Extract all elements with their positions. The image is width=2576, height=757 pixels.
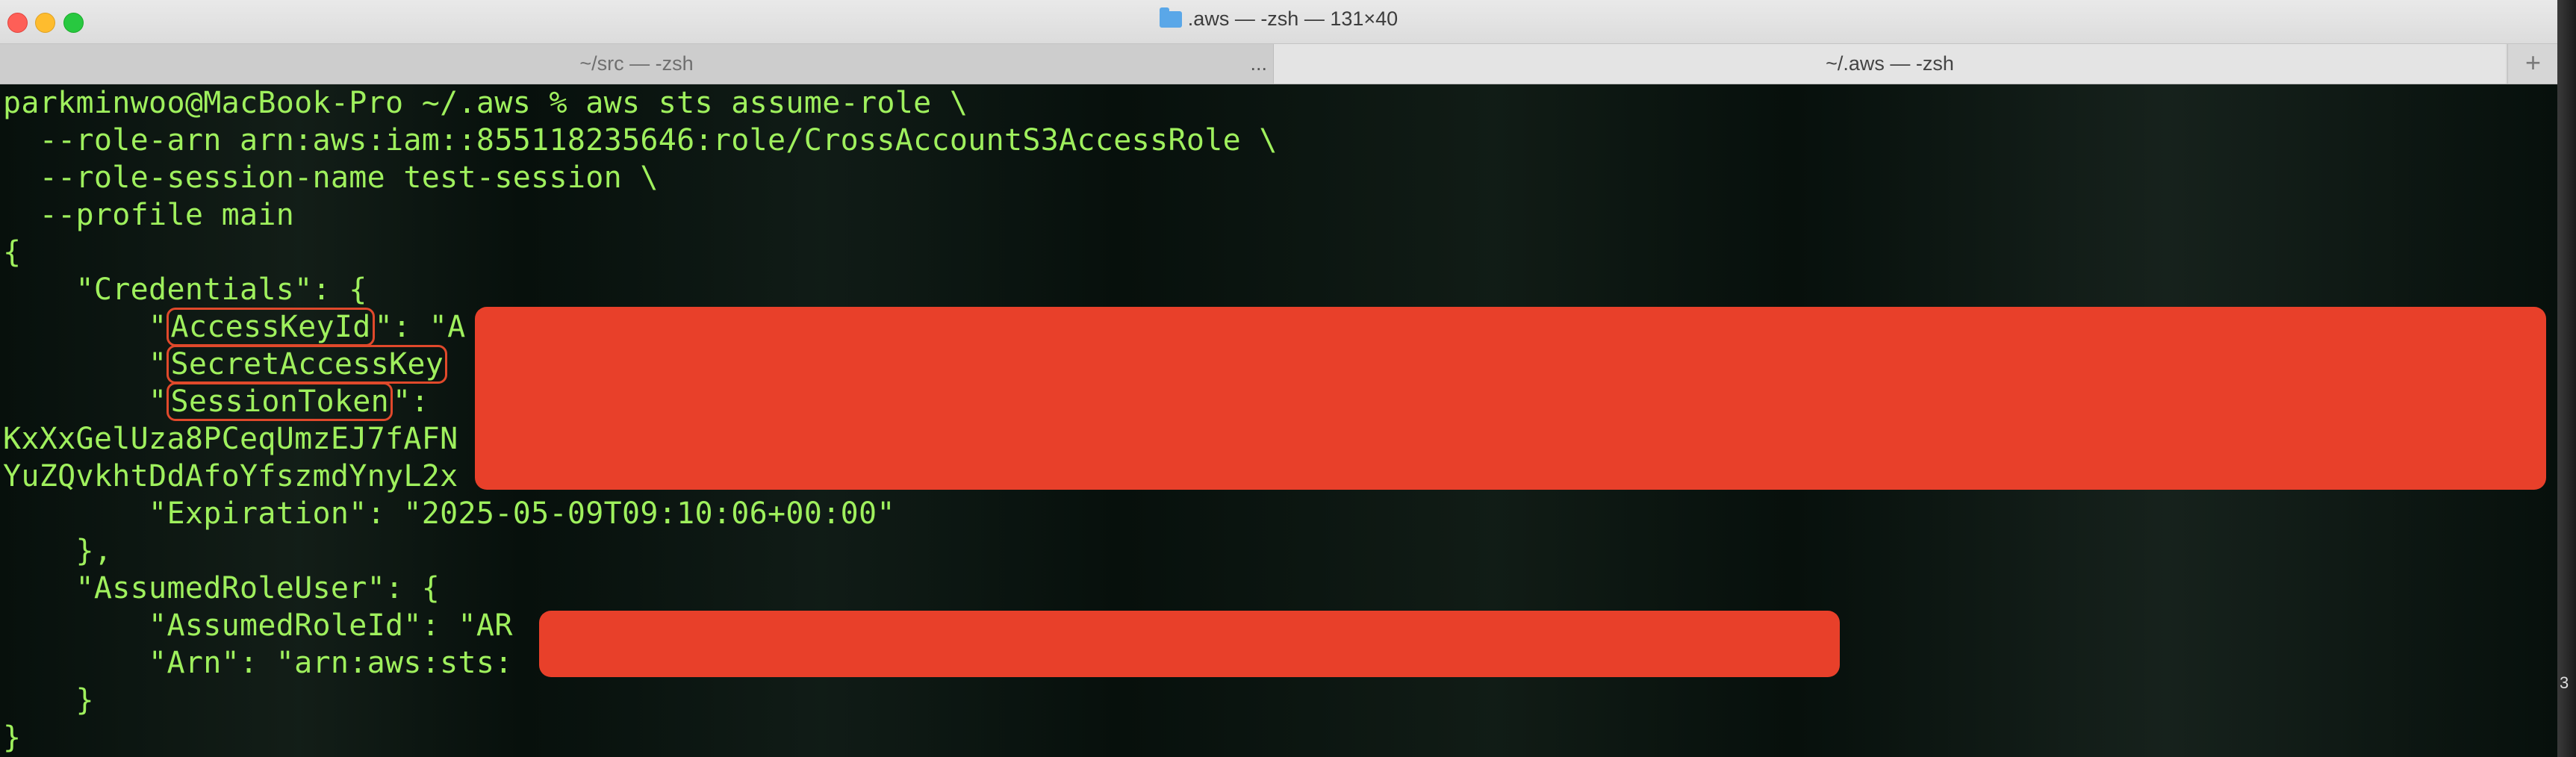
terminal-line: "AssumedRoleUser": { xyxy=(3,571,441,605)
secret-access-key-highlight: SecretAccessKey xyxy=(167,345,448,384)
terminal-line-secret-key: " SecretAccessKey xyxy=(3,345,448,384)
folder-icon xyxy=(1159,7,1182,28)
terminal-line: --role-session-name test-session \ xyxy=(3,161,659,195)
terminal-line: parkminwoo@MacBook-Pro ~/.aws % aws sts … xyxy=(3,86,968,120)
terminal-line: "Credentials": { xyxy=(3,272,367,307)
tab-label: ~/src — -zsh xyxy=(579,52,694,75)
terminal-line: "Expiration": "2025-05-09T09:10:06+00:00… xyxy=(3,496,895,531)
tab-bar: ~/src — -zsh ... ~/.aws — -zsh + xyxy=(0,44,2557,84)
background-window-edge xyxy=(2557,0,2576,757)
assumed-role-redaction xyxy=(539,611,1840,677)
credentials-redaction xyxy=(475,307,2546,490)
access-key-id-highlight: AccessKeyId xyxy=(167,308,375,346)
plus-icon: + xyxy=(2524,47,2542,78)
window-title-text: .aws — -zsh — 131×40 xyxy=(1187,7,1399,30)
session-token-highlight: SessionToken xyxy=(167,382,393,421)
line-prefix: " xyxy=(3,347,167,381)
edge-number: 3 xyxy=(2560,673,2569,692)
terminal-line: KxXxGelUza8PCeqUmzEJ7fAFN xyxy=(3,422,458,456)
terminal-line-session-token: " SessionToken ": xyxy=(3,382,448,421)
terminal-line: "AssumedRoleId": "AR xyxy=(3,608,513,643)
terminal-line-access-key: " AccessKeyId ": "A xyxy=(3,308,466,346)
tab-src-zsh[interactable]: ~/src — -zsh ... xyxy=(0,44,1274,84)
line-suffix: ": "A xyxy=(374,310,466,344)
terminal-line: "Arn": "arn:aws:sts: xyxy=(3,646,513,680)
terminal-line: } xyxy=(3,683,94,717)
tab-aws-zsh[interactable]: ~/.aws — -zsh xyxy=(1274,44,2506,84)
terminal-line: } xyxy=(3,720,22,755)
terminal-line: }, xyxy=(3,534,113,568)
terminal-line: --profile main xyxy=(3,198,295,232)
tab-overflow-indicator: ... xyxy=(1250,52,1267,75)
window-title: .aws — -zsh — 131×40 xyxy=(0,7,2557,31)
terminal-line: { xyxy=(3,235,22,270)
terminal-line: YuZQvkhtDdAfoYfszmdYnyL2x xyxy=(3,459,458,493)
line-prefix: " xyxy=(3,310,167,344)
line-prefix: " xyxy=(3,384,167,419)
title-bar[interactable]: .aws — -zsh — 131×40 xyxy=(0,0,2557,44)
tab-label: ~/.aws — -zsh xyxy=(1826,52,1954,75)
terminal-window: .aws — -zsh — 131×40 ~/src — -zsh ... ~/… xyxy=(0,0,2557,757)
terminal-line: --role-arn arn:aws:iam::855118235646:rol… xyxy=(3,123,1278,158)
terminal-output[interactable]: parkminwoo@MacBook-Pro ~/.aws % aws sts … xyxy=(0,84,2557,757)
line-suffix: ": xyxy=(393,384,448,419)
new-tab-button[interactable]: + xyxy=(2507,44,2557,84)
